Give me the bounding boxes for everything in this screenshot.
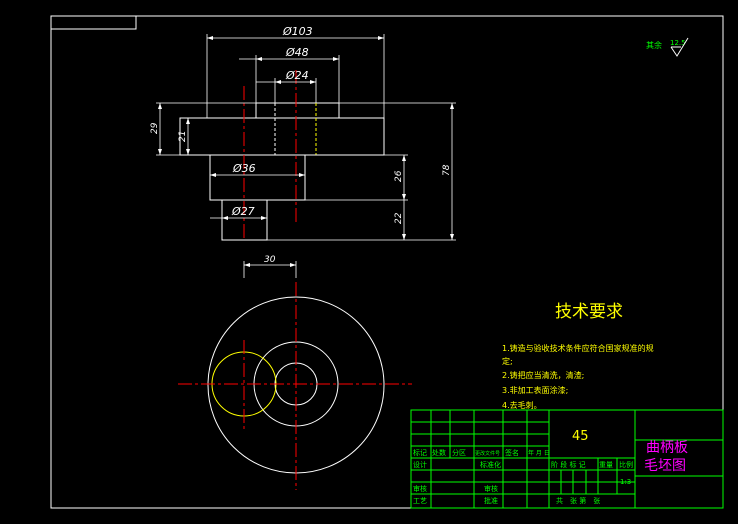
- dimension-text: Ø103 Ø48 Ø24 Ø36 Ø27 29 21 26 22 78 30: [150, 25, 452, 265]
- dim-d36: Ø36: [232, 162, 256, 175]
- top-view: [178, 282, 412, 490]
- header-mark: 标记: [413, 448, 427, 457]
- scale-value: 1:3: [620, 478, 631, 486]
- weight-label: 重量: [599, 461, 613, 469]
- tech-req-line-2: 定;: [502, 356, 513, 366]
- tech-req-line-1: 1.铸造与验收技术条件应符合国家规准的规: [502, 343, 654, 353]
- cad-drawing: 其余 12.5 Ø103 Ø48 Ø24 Ø36 Ø27 29 21 26 22…: [50, 15, 724, 509]
- dim-h26: 26: [394, 170, 404, 182]
- mid-review: 审核: [484, 484, 498, 493]
- mid-standard: 标准化: [480, 460, 501, 469]
- roughness-label: 其余: [646, 40, 662, 50]
- dim-h78: 78: [442, 164, 452, 176]
- dim-d27: Ø27: [231, 205, 255, 218]
- dim-d103: Ø103: [282, 25, 313, 38]
- header-change-doc: 更改文件号: [475, 450, 500, 457]
- dim-off30: 30: [264, 255, 276, 265]
- row-check: 审核: [413, 484, 427, 493]
- roughness-symbol: 其余 12.5: [646, 37, 689, 57]
- row-design: 设计: [413, 460, 427, 469]
- part-name-line-1: 曲柄板: [646, 440, 688, 456]
- dim-h21: 21: [178, 131, 188, 142]
- mid-approve: 批准: [484, 496, 498, 505]
- technical-requirements: 技术要求 1.铸造与验收技术条件应符合国家规准的规 定; 2.铸把应当清洗，清渣…: [502, 302, 654, 410]
- dim-d48: Ø48: [285, 46, 309, 59]
- header-sign: 签名: [505, 448, 519, 457]
- dim-d24: Ø24: [285, 69, 309, 82]
- header-date: 年 月 日: [528, 449, 550, 457]
- tech-req-title: 技术要求: [555, 302, 623, 322]
- tech-req-line-5: 4.去毛刺。: [502, 400, 542, 410]
- tech-req-line-4: 3.非加工表面涂漆;: [502, 385, 568, 395]
- dim-h29: 29: [150, 122, 160, 134]
- header-count: 处数: [432, 448, 446, 457]
- sheet-border: [50, 15, 724, 509]
- stage-mark: 阶 段 标 记: [551, 460, 586, 469]
- header-zone: 分区: [452, 448, 466, 457]
- material-text: 45: [572, 429, 589, 444]
- part-name-line-2: 毛坯图: [644, 458, 686, 474]
- tech-req-line-3: 2.铸把应当清洗，清渣;: [502, 370, 584, 380]
- row-process: 工艺: [413, 497, 427, 505]
- top-left-code-box: [51, 16, 137, 30]
- sheet-count: 共 张 第 张: [556, 496, 600, 505]
- scale-label: 比例: [619, 460, 633, 469]
- dim-h22: 22: [394, 212, 404, 224]
